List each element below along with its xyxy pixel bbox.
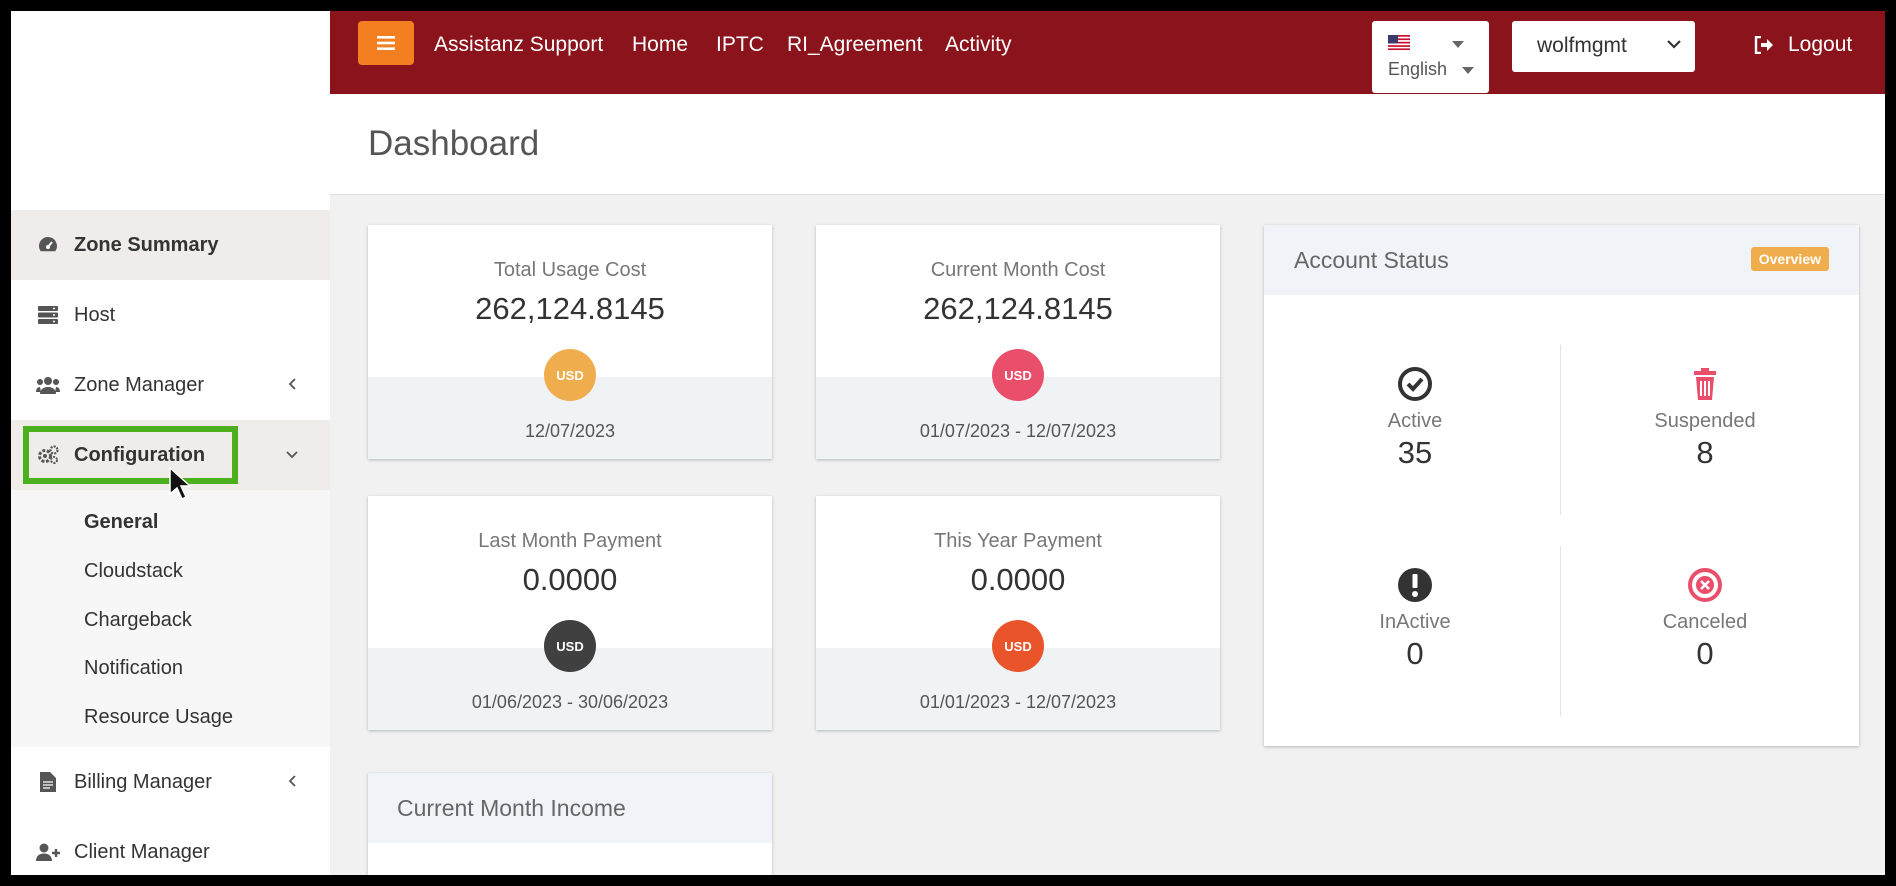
stat-canceled[interactable]: Canceled 0 — [1560, 567, 1850, 672]
sidebar-item-client-manager[interactable]: Client Manager — [11, 817, 330, 875]
mouse-cursor-icon — [168, 466, 196, 502]
language-label: English — [1388, 59, 1448, 79]
stat-label: Canceled — [1662, 611, 1748, 633]
stat-value: 8 — [1696, 435, 1714, 470]
sign-out-icon — [1754, 36, 1773, 54]
logout-button[interactable]: Logout — [1754, 33, 1852, 57]
currency-badge: USD — [992, 620, 1044, 672]
account-status-panel: Account Status Overview Active 35 Suspen… — [1264, 225, 1859, 746]
sidebar-item-host[interactable]: Host — [11, 280, 330, 350]
card-value: 262,124.8145 — [475, 291, 665, 326]
card-date: 01/01/2023 - 12/07/2023 — [919, 692, 1117, 712]
card-value: 0.0000 — [522, 562, 618, 597]
panel-title: Current Month Income — [397, 795, 626, 821]
page-header: Dashboard — [330, 94, 1885, 195]
card-label: This Year Payment — [934, 530, 1102, 552]
sidebar-item-label: Client Manager — [74, 840, 210, 863]
nav-activity[interactable]: Activity — [945, 33, 1012, 57]
overview-badge: Overview — [1750, 247, 1829, 271]
caret-down-icon — [1452, 41, 1464, 48]
sidebar-item-label: Billing Manager — [74, 770, 212, 793]
nav-ri-agreement[interactable]: RI_Agreement — [787, 33, 922, 57]
user-name: wolfmgmt — [1537, 34, 1627, 57]
panel-title: Account Status — [1294, 247, 1449, 273]
stat-value: 0 — [1696, 636, 1714, 671]
sidebar-item-label: Zone Summary — [74, 233, 219, 256]
submenu-item-resource-usage[interactable]: Resource Usage — [84, 706, 233, 729]
hamburger-icon — [377, 36, 395, 50]
sidebar-item-billing-manager[interactable]: Billing Manager — [11, 747, 330, 817]
nav-iptc[interactable]: IPTC — [716, 33, 764, 57]
top-navbar: Assistanz Support Home IPTC RI_Agreement… — [330, 11, 1885, 94]
users-icon — [36, 373, 60, 397]
submenu-item-general[interactable]: General — [84, 511, 158, 534]
card-value: 0.0000 — [970, 562, 1066, 597]
highlight-box — [23, 426, 238, 484]
chevron-left-icon — [282, 374, 302, 394]
stat-card-current-month-cost: Current Month Cost 262,124.8145 USD 01/0… — [816, 225, 1220, 459]
sidebar-item-zone-summary[interactable]: Zone Summary — [11, 210, 330, 280]
currency-badge: USD — [992, 349, 1044, 401]
stat-value: 35 — [1397, 435, 1433, 470]
user-plus-icon — [36, 840, 60, 864]
submenu-item-cloudstack[interactable]: Cloudstack — [84, 560, 183, 583]
card-label: Current Month Cost — [930, 259, 1106, 281]
app-window: Zone Summary Host Zone Manager Configura… — [11, 11, 1885, 875]
chevron-down-icon — [1667, 40, 1681, 49]
check-circle-icon — [1398, 367, 1432, 401]
sidebar-item-label: Zone Manager — [74, 373, 205, 396]
current-month-income-panel: Current Month Income — [368, 773, 772, 875]
chevron-down-icon — [282, 444, 302, 464]
us-flag-icon — [1388, 35, 1410, 50]
submenu-item-notification[interactable]: Notification — [84, 657, 183, 680]
trash-icon — [1694, 368, 1716, 400]
card-date: 12/07/2023 — [524, 421, 616, 441]
stat-inactive[interactable]: InActive 0 — [1270, 567, 1560, 672]
stat-card-last-month-payment: Last Month Payment 0.0000 USD 01/06/2023… — [368, 496, 772, 730]
user-dropdown[interactable]: wolfmgmt — [1512, 21, 1695, 72]
stat-suspended[interactable]: Suspended 8 — [1560, 366, 1850, 471]
brand-link[interactable]: Assistanz Support — [434, 33, 603, 57]
card-label: Last Month Payment — [478, 530, 662, 552]
language-select[interactable]: English — [1372, 21, 1489, 93]
nav-home[interactable]: Home — [632, 33, 688, 57]
stat-label: InActive — [1379, 611, 1451, 633]
submenu-item-chargeback[interactable]: Chargeback — [84, 609, 192, 632]
card-date: 01/07/2023 - 12/07/2023 — [919, 421, 1117, 441]
sidebar: Zone Summary Host Zone Manager Configura… — [11, 11, 330, 875]
card-label: Total Usage Cost — [493, 259, 647, 281]
chevron-left-icon — [282, 771, 302, 791]
sidebar-item-label: Host — [74, 303, 116, 326]
currency-badge: USD — [544, 620, 596, 672]
panel-header: Account Status Overview — [1264, 225, 1859, 295]
panel-header: Current Month Income — [368, 773, 772, 843]
sidebar-item-zone-manager[interactable]: Zone Manager — [11, 350, 330, 420]
currency-badge: USD — [544, 349, 596, 401]
caret-down-icon — [1462, 67, 1474, 74]
configuration-submenu: General Cloudstack Chargeback Notificati… — [11, 490, 330, 747]
page-title: Dashboard — [368, 124, 540, 163]
stat-active[interactable]: Active 35 — [1270, 366, 1560, 471]
stat-label: Suspended — [1654, 410, 1756, 432]
dashboard-gauge-icon — [36, 233, 60, 257]
exclamation-circle-icon — [1398, 568, 1432, 602]
logout-label: Logout — [1788, 33, 1853, 56]
card-value: 262,124.8145 — [923, 291, 1113, 326]
hamburger-menu-button[interactable] — [358, 21, 414, 65]
times-circle-icon — [1688, 568, 1722, 602]
stat-card-this-year-payment: This Year Payment 0.0000 USD 01/01/2023 … — [816, 496, 1220, 730]
card-date: 01/06/2023 - 30/06/2023 — [471, 692, 669, 712]
stat-value: 0 — [1406, 636, 1424, 671]
server-icon — [36, 303, 60, 327]
stat-card-total-usage-cost: Total Usage Cost 262,124.8145 USD 12/07/… — [368, 225, 772, 459]
stat-label: Active — [1387, 410, 1443, 432]
file-icon — [36, 770, 60, 794]
